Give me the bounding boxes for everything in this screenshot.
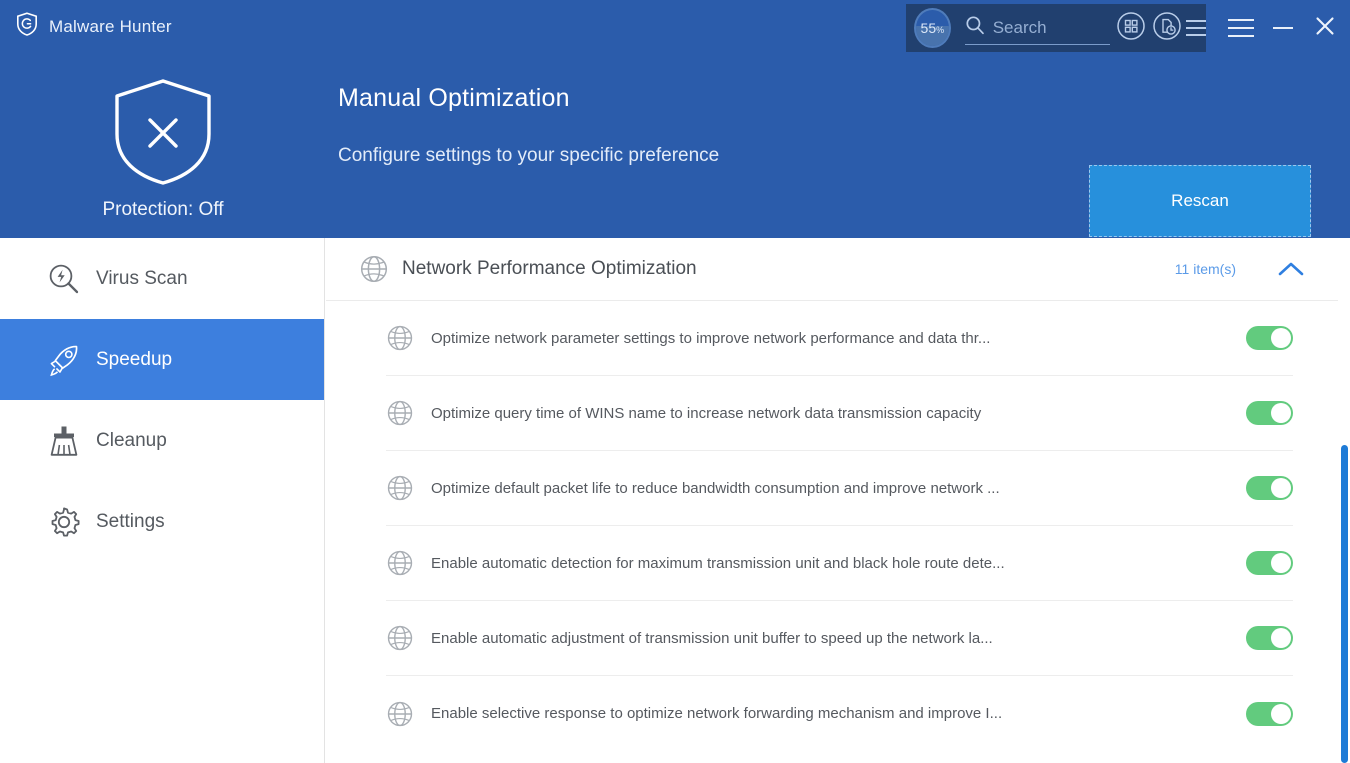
protection-status-label: Protection: Off: [97, 199, 229, 221]
toggle-knob: [1271, 704, 1291, 724]
main-menu-button[interactable]: [1222, 0, 1260, 56]
globe-icon: [386, 324, 414, 352]
document-clock-icon: [1152, 11, 1182, 46]
hero-header: Protection: Off Manual Optimization Conf…: [0, 56, 1350, 238]
close-button[interactable]: [1306, 0, 1344, 56]
minimize-icon: [1273, 27, 1293, 29]
gear-icon: [46, 504, 82, 540]
list-item[interactable]: Enable automatic adjustment of transmiss…: [386, 601, 1293, 676]
list-item[interactable]: Enable selective response to optimize ne…: [386, 676, 1293, 751]
list-item-label: Optimize default packet life to reduce b…: [431, 480, 1246, 497]
list-item-label: Enable selective response to optimize ne…: [431, 705, 1246, 722]
gauge-label: 55%: [921, 20, 945, 36]
list-item-label: Enable automatic adjustment of transmiss…: [431, 630, 1246, 647]
minimize-button[interactable]: [1264, 0, 1302, 56]
report-history-button[interactable]: [1152, 12, 1182, 44]
list-item-label: Optimize network parameter settings to i…: [431, 330, 1246, 347]
sidebar-item-speedup[interactable]: Speedup: [0, 319, 324, 400]
list-item[interactable]: Enable automatic detection for maximum t…: [386, 526, 1293, 601]
list-item-toggle[interactable]: [1246, 702, 1293, 726]
sidebar-item-label: Speedup: [96, 349, 172, 371]
toggle-knob: [1271, 328, 1291, 348]
sidebar-item-label: Settings: [96, 511, 165, 533]
search-icon: [965, 15, 985, 40]
protection-status-block: Protection: Off: [97, 76, 229, 221]
globe-icon: [386, 474, 414, 502]
sidebar-nav: Virus Scan Speedup: [0, 238, 325, 763]
shield-g-icon: [14, 11, 40, 42]
sidebar-item-label: Virus Scan: [96, 268, 188, 290]
search-input[interactable]: [993, 18, 1105, 38]
hamburger-menu-icon: [1228, 19, 1254, 37]
toggle-knob: [1271, 478, 1291, 498]
section-header[interactable]: Network Performance Optimization 11 item…: [326, 238, 1350, 301]
header-toolbox: 55%: [906, 4, 1206, 52]
section-item-count: 11 item(s): [1175, 261, 1236, 277]
globe-icon: [386, 549, 414, 577]
toggle-knob: [1271, 403, 1291, 423]
sidebar-item-label: Cleanup: [96, 430, 167, 452]
globe-icon: [386, 624, 414, 652]
page-subtitle: Configure settings to your specific pref…: [338, 145, 719, 167]
content-panel: Network Performance Optimization 11 item…: [326, 238, 1350, 763]
sidebar-item-settings[interactable]: Settings: [0, 481, 324, 562]
rescan-button[interactable]: Rescan: [1089, 165, 1311, 237]
list-item[interactable]: Optimize network parameter settings to i…: [386, 301, 1293, 376]
list-item-toggle[interactable]: [1246, 551, 1293, 575]
globe-icon: [359, 254, 389, 284]
list-item[interactable]: Optimize query time of WINS name to incr…: [386, 376, 1293, 451]
app-title: Malware Hunter: [49, 17, 172, 37]
list-item-toggle[interactable]: [1246, 401, 1293, 425]
shield-x-icon: [109, 175, 217, 192]
list-item-toggle[interactable]: [1246, 326, 1293, 350]
content-scrollbar[interactable]: [1338, 238, 1350, 763]
list-item-label: Enable automatic detection for maximum t…: [431, 555, 1246, 572]
close-icon: [1315, 16, 1335, 41]
sidebar-item-virus-scan[interactable]: Virus Scan: [0, 238, 324, 319]
optimization-list: Optimize network parameter settings to i…: [326, 301, 1350, 751]
list-item-label: Optimize query time of WINS name to incr…: [431, 405, 1246, 422]
broom-icon: [46, 423, 82, 459]
grid-apps-icon: [1116, 11, 1146, 46]
toggle-knob: [1271, 628, 1291, 648]
title-bar: Malware Hunter 55%: [0, 0, 1350, 56]
list-menu-icon: [1186, 20, 1206, 22]
scrollbar-thumb[interactable]: [1341, 445, 1348, 763]
globe-icon: [386, 399, 414, 427]
gauge-unit: %: [936, 25, 944, 35]
list-item-toggle[interactable]: [1246, 476, 1293, 500]
app-brand: Malware Hunter: [14, 11, 172, 42]
section-title: Network Performance Optimization: [402, 258, 1175, 280]
magnifier-bolt-icon: [46, 261, 82, 297]
gauge-value: 55: [921, 20, 937, 36]
chevron-up-icon[interactable]: [1276, 260, 1306, 278]
globe-icon: [386, 700, 414, 728]
page-title: Manual Optimization: [338, 84, 570, 113]
toggle-knob: [1271, 553, 1291, 573]
list-menu-button[interactable]: [1186, 20, 1206, 36]
list-item-toggle[interactable]: [1246, 626, 1293, 650]
application-window: Malware Hunter 55%: [0, 0, 1350, 763]
optimization-gauge[interactable]: 55%: [914, 8, 951, 48]
rocket-icon: [46, 342, 82, 378]
list-item[interactable]: Optimize default packet life to reduce b…: [386, 451, 1293, 526]
grid-apps-button[interactable]: [1116, 12, 1146, 44]
search-box[interactable]: [965, 11, 1110, 45]
sidebar-item-cleanup[interactable]: Cleanup: [0, 400, 324, 481]
